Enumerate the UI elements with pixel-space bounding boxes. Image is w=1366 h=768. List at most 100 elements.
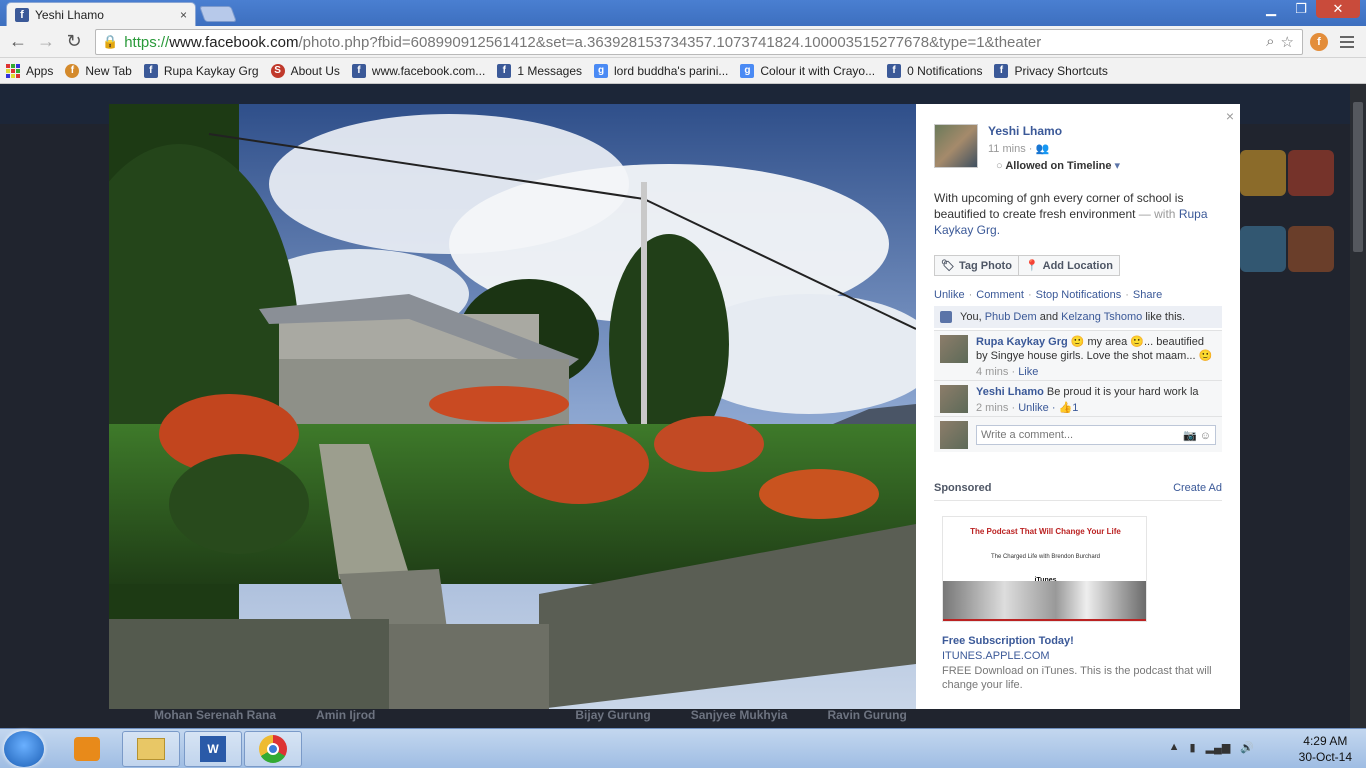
media-player-icon[interactable] [74, 737, 100, 761]
volume-icon[interactable]: 🔊 [1240, 741, 1254, 754]
bookmark-about-us[interactable]: S About Us [270, 63, 340, 78]
friend-name: Amin Ijrod [316, 708, 376, 722]
battery-icon[interactable]: ▮ [1190, 741, 1196, 754]
tab-title: Yeshi Lhamo [35, 7, 104, 22]
bookmark-colour-it[interactable]: g Colour it with Crayo... [740, 63, 875, 78]
audience-icon[interactable]: 👥 [1035, 143, 1049, 155]
facebook-icon: f [887, 63, 902, 78]
post-timestamp[interactable]: 11 mins · [988, 143, 1032, 155]
folder-icon [137, 738, 165, 760]
word-icon: W [200, 736, 226, 762]
facebook-icon: f [351, 63, 366, 78]
dimmed-right-column [1240, 140, 1350, 700]
share-link[interactable]: Share [1133, 289, 1162, 301]
facebook-icon: f [143, 63, 158, 78]
timeline-status[interactable]: Allowed on Timeline [1005, 160, 1111, 172]
post-actions: Unlike · Comment · Stop Notifications · … [934, 289, 1163, 301]
forward-arrow-icon[interactable]: → [32, 28, 60, 56]
commenter-avatar[interactable] [940, 385, 968, 413]
photo[interactable] [109, 104, 916, 709]
search-icon[interactable]: ⌕ [1266, 33, 1274, 51]
photo-sidebar: × Yeshi Lhamo 11 mins · 👥 ○ Allowed on T… [916, 104, 1240, 709]
minimize-button[interactable]: ▁ [1256, 0, 1286, 18]
start-button[interactable] [4, 731, 44, 767]
ad-description: FREE Download on iTunes. This is the pod… [942, 665, 1212, 691]
bookmark-new-tab[interactable]: f New Tab [65, 63, 132, 78]
google-icon: g [594, 63, 609, 78]
author-name[interactable]: Yeshi Lhamo [988, 124, 1120, 138]
bookmark-star-icon[interactable]: ☆ [1281, 33, 1294, 51]
windows-taskbar: W ▲ ▮ ▂▄▆ 🔊 4:29 AM 30-Oct-14 [0, 728, 1366, 768]
game-tile [1288, 150, 1334, 196]
camera-icon[interactable]: 📷 [1183, 430, 1197, 442]
facebook-icon: f [15, 7, 29, 22]
comment-unlike-link[interactable]: Unlike [1018, 402, 1049, 414]
comment-input[interactable]: Write a comment... 📷 ☺ [976, 424, 1216, 445]
add-location-button[interactable]: 📍 Add Location [1018, 255, 1120, 276]
ad-url[interactable]: ITUNES.APPLE.COM [942, 650, 1050, 662]
back-arrow-icon[interactable]: ← [4, 28, 32, 56]
bookmark-privacy[interactable]: f Privacy Shortcuts [994, 63, 1108, 78]
likes-summary: You, Phub Dem and Kelzang Tshomo like th… [934, 306, 1222, 328]
liker-link[interactable]: Phub Dem [985, 311, 1037, 323]
bookmark-rupa[interactable]: f Rupa Kaykay Grg [143, 63, 259, 78]
scrollbar-thumb[interactable] [1353, 102, 1363, 252]
bookmark-facebook[interactable]: f www.facebook.com... [351, 63, 485, 78]
comment-item: Yeshi Lhamo Be proud it is your hard wor… [934, 380, 1222, 419]
ad-image[interactable]: The Podcast That Will Change Your Life T… [942, 516, 1147, 622]
word-button[interactable]: W [184, 731, 242, 767]
emoji-icon[interactable]: ☺ [1200, 430, 1211, 442]
friend-name: Ravin Gurung [827, 708, 907, 722]
tab-close-icon[interactable]: × [180, 8, 187, 22]
commenter-avatar[interactable] [940, 335, 968, 363]
thumbs-up-icon [940, 311, 952, 323]
browser-titlebar: f Yeshi Lhamo × ▁ ❐ ✕ [0, 0, 1366, 26]
friend-name: Bijay Gurung [575, 708, 651, 722]
commenter-name[interactable]: Rupa Kaykay Grg [976, 336, 1068, 348]
post-author: Yeshi Lhamo 11 mins · 👥 ○ Allowed on Tim… [934, 124, 1120, 172]
page-scrollbar[interactable] [1350, 84, 1366, 728]
new-tab-button[interactable] [199, 6, 237, 22]
facebook-icon: f [497, 63, 512, 78]
window-controls: ▁ ❐ ✕ [1256, 0, 1360, 18]
author-avatar[interactable] [934, 124, 978, 168]
tag-photo-button[interactable]: 🏷 Tag Photo [934, 255, 1019, 276]
close-theater-icon[interactable]: × [1226, 108, 1234, 124]
google-icon: g [740, 63, 755, 78]
dimmed-chat-bar: Mohan Serenah Rana Amin Ijrod Bijay Guru… [110, 708, 1350, 728]
close-window-button[interactable]: ✕ [1316, 0, 1360, 18]
create-ad-link[interactable]: Create Ad [1173, 482, 1222, 494]
reload-icon[interactable]: ↻ [60, 28, 88, 56]
extension-icon[interactable]: f [1310, 33, 1328, 51]
show-hidden-icons[interactable]: ▲ [1169, 741, 1180, 754]
bookmark-lord-buddha[interactable]: g lord buddha's parini... [594, 63, 728, 78]
post-caption: With upcoming of gnh every corner of sch… [934, 191, 1208, 237]
liker-link[interactable]: Kelzang Tshomo [1061, 311, 1142, 323]
network-icon[interactable]: ▂▄▆ [1206, 741, 1231, 754]
tray-icons: ▲ ▮ ▂▄▆ 🔊 [1169, 741, 1254, 754]
comment-link[interactable]: Comment [976, 289, 1024, 301]
bookmark-apps[interactable]: Apps [6, 63, 53, 78]
maximize-button[interactable]: ❐ [1286, 0, 1316, 18]
friend-name: Sanjyee Mukhyia [690, 708, 788, 722]
explorer-button[interactable] [122, 731, 180, 767]
chevron-down-icon[interactable]: ▾ [1115, 160, 1121, 172]
address-bar[interactable]: 🔒 https://www.facebook.com/photo.php?fbi… [95, 29, 1303, 55]
chrome-button[interactable] [244, 731, 302, 767]
lock-icon: 🔒 [102, 34, 119, 49]
bookmark-messages[interactable]: f1 Messages [497, 63, 582, 78]
chrome-menu-icon[interactable] [1340, 36, 1354, 51]
commenter-name[interactable]: Yeshi Lhamo [976, 386, 1044, 398]
unlike-link[interactable]: Unlike [934, 289, 965, 301]
ad-title-link[interactable]: Free Subscription Today! [942, 635, 1074, 647]
browser-tab[interactable]: f Yeshi Lhamo × [6, 2, 196, 26]
comment-like-link[interactable]: Like [1018, 366, 1038, 378]
radio-icon: ○ [996, 160, 1003, 172]
clock[interactable]: 4:29 AM 30-Oct-14 [1299, 733, 1352, 765]
comment-text: Be proud it is your hard work la [1046, 386, 1199, 398]
url-text: https://www.facebook.com/photo.php?fbid=… [124, 33, 1042, 51]
comment-item: Rupa Kaykay Grg 🙂 my area 🙂... beautifie… [934, 330, 1222, 383]
bookmark-notifications[interactable]: f0 Notifications [887, 63, 982, 78]
photo-theater: × Yeshi Lhamo 11 mins · 👥 ○ Allowed on T… [109, 104, 1240, 709]
stop-notifications-link[interactable]: Stop Notifications [1036, 289, 1122, 301]
